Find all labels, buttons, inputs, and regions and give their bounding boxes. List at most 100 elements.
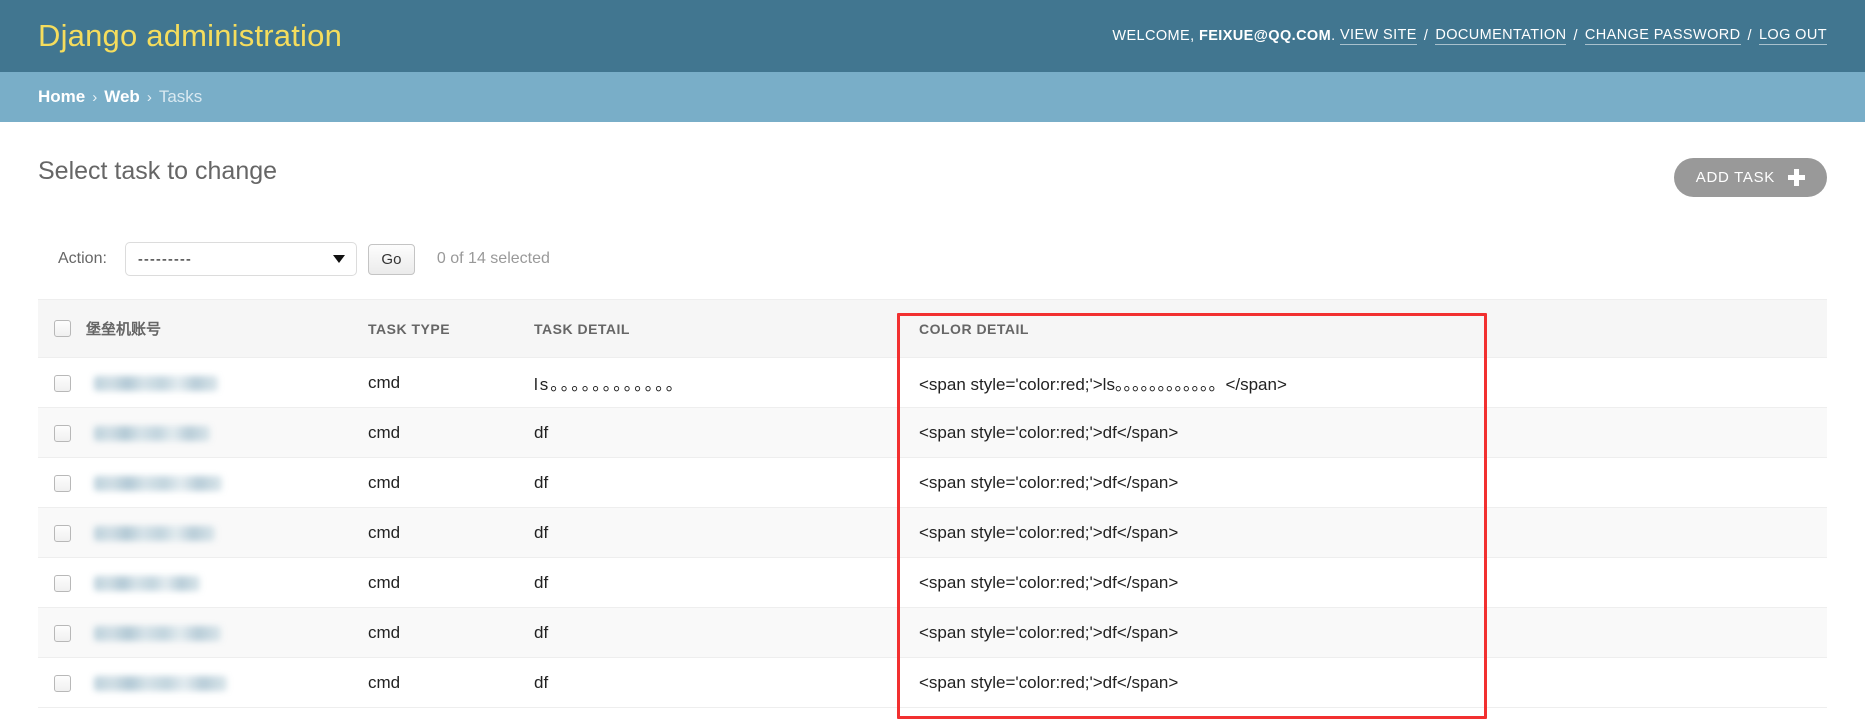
table-row: cmd df <span style='color:red;'>df</span> (38, 657, 1827, 708)
cell-task-detail: df (534, 457, 919, 508)
table-row: cmd df <span style='color:red;'>df</span> (38, 507, 1827, 558)
cell-color-detail: <span style='color:red;'>df</span> (919, 407, 1514, 458)
row-select-cell (38, 407, 86, 458)
cell-tail (1514, 607, 1827, 658)
cell-task-detail: df (534, 607, 919, 658)
action-select[interactable]: --------- (124, 242, 357, 276)
add-task-label: ADD TASK (1695, 169, 1775, 186)
cell-color-detail: <span style='color:red;'>df</span> (919, 557, 1514, 608)
table-row: cmd df <span style='color:red;'>df</span> (38, 457, 1827, 508)
cell-tail (1514, 557, 1827, 608)
color-detail-raw-html: <span style='color:red;'>df</span> (919, 622, 1179, 642)
redacted-account-value (94, 375, 218, 391)
table-body: cmd ls。。。。。。。。。。。。 <span style='color:red;… (38, 357, 1827, 708)
cell-account[interactable] (86, 507, 368, 558)
redacted-account-value (94, 625, 221, 641)
action-label: Action: (58, 250, 107, 267)
cell-account[interactable] (86, 657, 368, 708)
row-select-cell (38, 357, 86, 408)
cell-task-type: cmd (368, 657, 534, 708)
color-detail-raw-html: <span style='color:red;'>df</span> (919, 472, 1179, 492)
cell-color-detail: <span style='color:red;'>df</span> (919, 607, 1514, 658)
cell-task-detail: ls。。。。。。。。。。。。 (534, 357, 919, 408)
cell-account[interactable] (86, 607, 368, 658)
table-row: cmd ls。。。。。。。。。。。。 <span style='color:red;… (38, 357, 1827, 408)
breadcrumb-home[interactable]: Home (38, 87, 85, 107)
welcome-text: WELCOME, (1112, 28, 1195, 44)
table-row: cmd df <span style='color:red;'>df</span> (38, 407, 1827, 458)
cell-tail (1514, 507, 1827, 558)
row-checkbox[interactable] (54, 374, 71, 392)
cell-tail (1514, 357, 1827, 408)
breadcrumb-separator-1: › (92, 88, 98, 106)
row-select-cell (38, 557, 86, 608)
column-header-tail (1514, 299, 1827, 358)
column-header-task-detail[interactable]: TASK DETAIL (534, 299, 919, 358)
column-header-color-detail[interactable]: COLOR DETAIL (919, 299, 1514, 358)
row-checkbox[interactable] (54, 474, 71, 492)
view-site-link[interactable]: VIEW SITE (1339, 27, 1417, 45)
link-separator-3: / (1747, 28, 1752, 44)
cell-task-type: cmd (368, 507, 534, 558)
row-checkbox[interactable] (54, 624, 71, 642)
column-header-account[interactable]: 堡垒机账号 (86, 299, 368, 358)
row-checkbox[interactable] (54, 574, 71, 592)
breadcrumb-tasks: Tasks (158, 87, 203, 106)
cell-account[interactable] (86, 557, 368, 608)
select-all-checkbox[interactable] (54, 320, 71, 338)
row-checkbox[interactable] (54, 524, 71, 542)
log-out-link[interactable]: LOG OUT (1758, 27, 1827, 45)
title-row: Select task to change ADD TASK (38, 122, 1827, 197)
cell-color-detail: <span style='color:red;'>ls。。。。。。。。。。。。<… (919, 357, 1514, 408)
select-all-header (38, 299, 86, 358)
redacted-account-value (94, 425, 210, 441)
cell-tail (1514, 657, 1827, 708)
user-tools: WELCOME, FEIXUE@QQ.COM . VIEW SITE / DOC… (1112, 27, 1827, 45)
table-head: 堡垒机账号 TASK TYPE TASK DETAIL COLOR DETAIL (38, 299, 1827, 358)
cell-tail (1514, 407, 1827, 458)
page-title: Select task to change (38, 157, 278, 185)
cell-account[interactable] (86, 457, 368, 508)
link-separator-1: / (1423, 28, 1429, 44)
cell-task-type: cmd (368, 557, 534, 608)
table-header-row: 堡垒机账号 TASK TYPE TASK DETAIL COLOR DETAIL (38, 299, 1827, 358)
change-password-link[interactable]: CHANGE PASSWORD (1584, 27, 1741, 45)
cell-task-type: cmd (368, 457, 534, 508)
documentation-link[interactable]: DOCUMENTATION (1435, 27, 1567, 45)
go-button[interactable]: Go (367, 243, 415, 275)
site-header: Django administration WELCOME, FEIXUE@QQ… (0, 0, 1865, 72)
redacted-account-value (94, 525, 215, 541)
row-select-cell (38, 657, 86, 708)
breadcrumb-web[interactable]: Web (104, 87, 140, 107)
cell-account[interactable] (86, 407, 368, 458)
content-area: Select task to change ADD TASK Action: -… (0, 122, 1865, 719)
cell-color-detail: <span style='color:red;'>df</span> (919, 507, 1514, 558)
row-checkbox[interactable] (54, 424, 71, 442)
color-detail-raw-html: <span style='color:red;'>df</span> (919, 522, 1179, 542)
cell-account[interactable] (86, 357, 368, 408)
cell-task-type: cmd (368, 357, 534, 408)
action-select-wrapper: --------- (124, 242, 357, 276)
color-detail-raw-html: <span style='color:red;'>df</span> (919, 572, 1179, 592)
table-row: cmd df <span style='color:red;'>df</span> (38, 607, 1827, 658)
add-task-button[interactable]: ADD TASK (1673, 158, 1827, 197)
row-select-cell (38, 457, 86, 508)
column-header-task-type[interactable]: TASK TYPE (368, 299, 534, 358)
color-detail-raw-html: <span style='color:red;'>df</span> (919, 672, 1179, 692)
cell-task-type: cmd (368, 407, 534, 458)
row-select-cell (38, 607, 86, 658)
row-select-cell (38, 507, 86, 558)
cell-task-detail: df (534, 557, 919, 608)
task-results-table: 堡垒机账号 TASK TYPE TASK DETAIL COLOR DETAIL… (38, 299, 1827, 708)
link-separator-2: / (1573, 28, 1578, 44)
cell-task-detail: df (534, 657, 919, 708)
breadcrumb-separator-2: › (146, 88, 152, 106)
breadcrumb: Home › Web › Tasks (0, 72, 1865, 122)
redacted-account-value (94, 475, 222, 491)
cell-tail (1514, 457, 1827, 508)
row-checkbox[interactable] (54, 674, 71, 692)
color-detail-raw-html: <span style='color:red;'>ls。。。。。。。。。。。。<… (919, 375, 1287, 394)
cell-task-detail: df (534, 407, 919, 458)
selection-counter: 0 of 14 selected (436, 250, 550, 267)
cell-color-detail: <span style='color:red;'>df</span> (919, 457, 1514, 508)
